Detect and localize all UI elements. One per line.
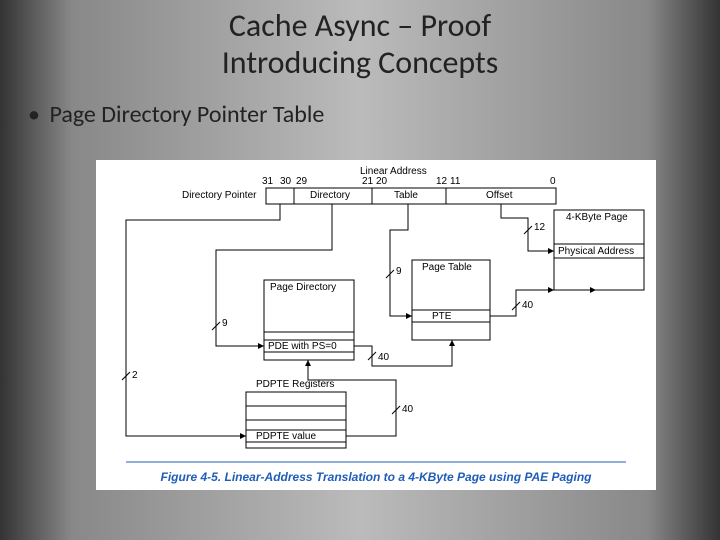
bit-20: 20	[376, 176, 387, 187]
bit-31: 31	[262, 176, 273, 187]
diagram-container: Linear Address 31 30 29 21 20 12 11 0 Di…	[96, 160, 656, 490]
bit-30: 30	[280, 176, 291, 187]
field-offset: Offset	[486, 190, 513, 201]
slash-40a: 40	[378, 352, 389, 363]
slash-12: 12	[534, 222, 545, 233]
slash-9a: 9	[222, 318, 228, 329]
block-phys-addr: Physical Address	[558, 246, 634, 257]
field-directory: Directory	[310, 190, 350, 201]
bit-0: 0	[550, 176, 556, 187]
bit-21: 21	[362, 176, 373, 187]
slash-40c: 40	[402, 404, 413, 415]
block-4k-page: 4-KByte Page	[566, 212, 628, 223]
block-page-dir: Page Directory	[270, 282, 336, 293]
bullet-row: • Page Directory Pointer Table	[0, 82, 720, 129]
bit-29: 29	[296, 176, 307, 187]
figure-caption: Figure 4-5. Linear-Address Translation t…	[96, 470, 656, 484]
bit-12: 12	[436, 176, 447, 187]
field-dir-pointer: Directory Pointer	[182, 190, 256, 201]
slash-40b: 40	[522, 300, 533, 311]
block-pdpte-regs: PDPTE Registers	[256, 379, 334, 390]
field-table: Table	[394, 190, 418, 201]
bullet-text: Page Directory Pointer Table	[49, 100, 324, 129]
diagram-lines	[96, 160, 656, 490]
bullet-dot-icon: •	[28, 100, 44, 129]
bit-11: 11	[450, 176, 460, 187]
block-pdpte-val: PDPTE value	[256, 431, 316, 442]
block-pte: PTE	[432, 311, 451, 322]
title-line-1: Cache Async – Proof	[229, 6, 491, 45]
block-page-table: Page Table	[422, 262, 472, 273]
block-pde: PDE with PS=0	[268, 341, 337, 352]
slash-9b: 9	[396, 266, 402, 277]
slide-title: Cache Async – Proof Introducing Concepts	[0, 0, 720, 82]
slash-2: 2	[132, 370, 138, 381]
title-line-2: Introducing Concepts	[222, 43, 499, 82]
